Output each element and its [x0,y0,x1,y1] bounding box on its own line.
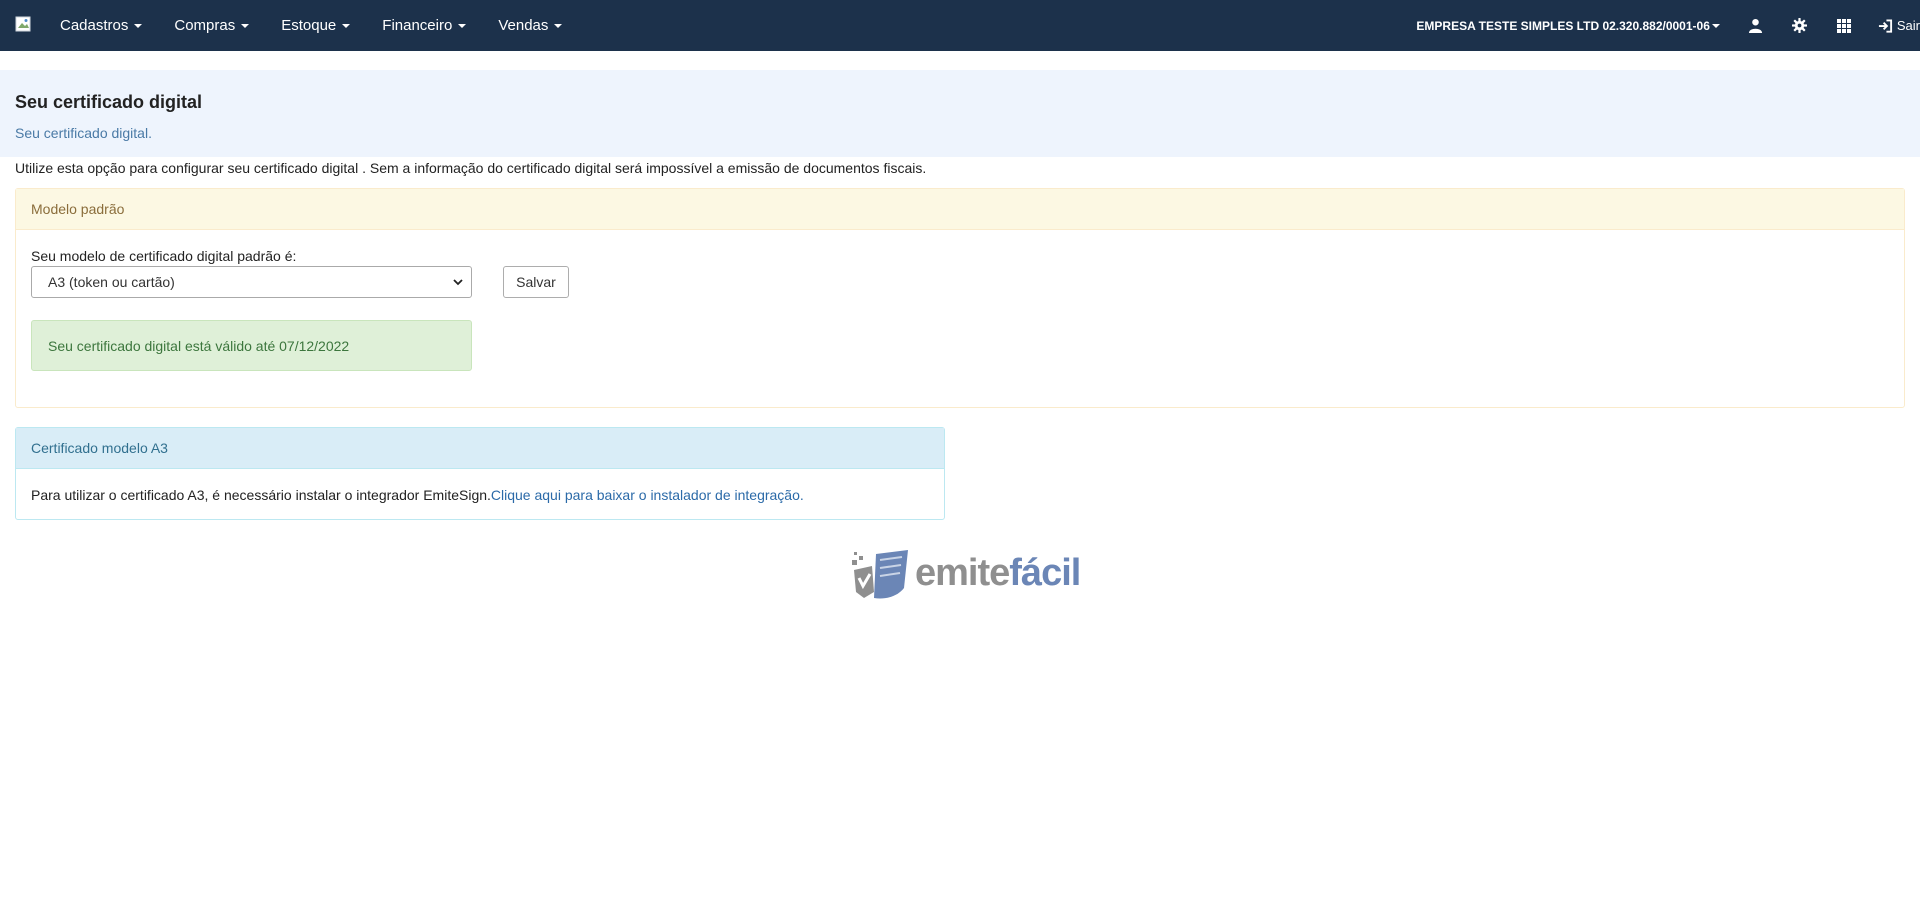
panel-title: Certificado modelo A3 [31,440,168,456]
page-header: Seu certificado digital Seu certificado … [0,70,1920,157]
sign-in-icon [1878,18,1892,33]
logo-text-emite: emite [915,552,1010,594]
intro-text: Utilize esta opção para configurar seu c… [15,160,927,176]
logo-mark-icon [852,550,908,599]
menu-label: Financeiro [382,17,453,34]
a3-instructions-text: Para utilizar o certificado A3, é necess… [31,487,491,503]
logout-label: Sair [1896,18,1920,33]
caret-down-icon [458,23,467,28]
caret-down-icon [241,23,250,28]
panel-heading: Modelo padrão [16,189,1904,230]
logo-text-facil: fácil [1009,552,1081,594]
default-model-panel: Modelo padrão Seu modelo de certificado … [15,188,1905,408]
menu-estoque[interactable]: Estoque [265,0,366,51]
menu-label: Estoque [281,17,337,34]
top-navbar: Cadastros Compras Estoque Financeiro Ven… [0,0,1920,51]
menu-vendas[interactable]: Vendas [482,0,578,51]
menu-label: Vendas [498,17,549,34]
chevron-down-icon [453,279,463,286]
menu-financeiro[interactable]: Financeiro [366,0,482,51]
certificate-model-label: Seu modelo de certificado digital padrão… [31,248,297,264]
a3-instructions: Para utilizar o certificado A3, é necess… [31,487,804,503]
menu-label: Compras [174,17,236,34]
caret-down-icon [342,23,351,28]
selected-option: A3 (token ou cartão) [48,274,175,290]
certificate-model-select[interactable]: A3 (token ou cartão) [31,266,472,298]
panel-heading: Certificado modelo A3 [16,428,944,469]
panel-title: Modelo padrão [31,201,125,217]
page-title: Seu certificado digital [15,92,203,112]
main-menu: Cadastros Compras Estoque Financeiro Ven… [44,0,578,51]
menu-label: Cadastros [60,17,129,34]
caret-down-icon [554,23,563,28]
certificate-status-text: Seu certificado digital está válido até … [48,337,350,354]
emitefacil-logo: emitefácil [850,548,1081,600]
download-installer-link[interactable]: Clique aqui para baixar o instalador de … [491,487,804,503]
gear-icon [1792,18,1808,33]
menu-cadastros[interactable]: Cadastros [44,0,158,51]
caret-down-icon [1711,23,1720,28]
user-profile-button[interactable] [1734,0,1778,51]
caret-down-icon [134,23,143,28]
apps-button[interactable] [1822,0,1866,51]
save-button[interactable]: Salvar [503,266,569,298]
certificate-status-alert: Seu certificado digital está válido até … [31,320,472,371]
company-name: EMPRESA TESTE SIMPLES LTD 02.320.882/000… [1416,18,1710,33]
user-menu: EMPRESA TESTE SIMPLES LTD 02.320.882/000… [1402,0,1920,51]
logout-button[interactable]: Sair [1866,0,1920,51]
user-icon [1749,18,1763,33]
page-subtitle: Seu certificado digital. [15,125,152,141]
settings-button[interactable] [1778,0,1822,51]
apps-grid-icon [1836,18,1851,33]
company-selector[interactable]: EMPRESA TESTE SIMPLES LTD 02.320.882/000… [1402,0,1733,51]
a3-certificate-panel: Certificado modelo A3 Para utilizar o ce… [15,427,945,520]
menu-compras[interactable]: Compras [158,0,265,51]
logo-wordmark: emitefácil [915,548,1081,598]
broken-image-icon[interactable] [15,16,31,32]
